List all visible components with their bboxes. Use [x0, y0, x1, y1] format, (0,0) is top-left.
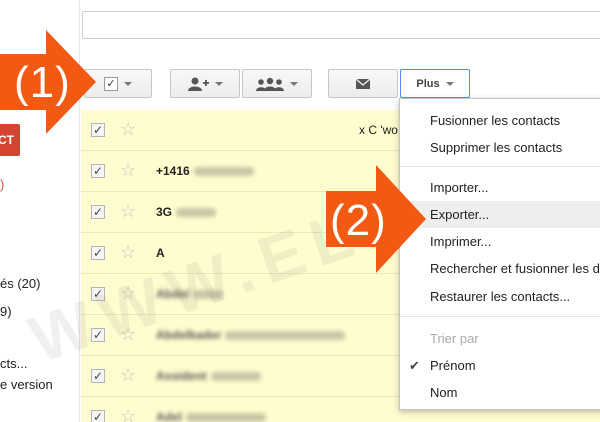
sidebar-item-3[interactable]: cts...	[0, 356, 27, 371]
email-button[interactable]	[328, 69, 398, 98]
star-icon[interactable]: ☆	[120, 119, 136, 140]
chevron-down-icon	[124, 81, 132, 86]
contact-name: Abdelkader	[156, 328, 346, 342]
more-button-label: Plus	[416, 77, 440, 90]
add-to-group-button[interactable]	[170, 69, 240, 98]
chevron-down-icon	[290, 81, 298, 86]
search-input[interactable]	[82, 11, 600, 39]
menu-item-find-merge[interactable]: Rechercher et fusionner les d	[400, 255, 600, 282]
annotation-label-2: (2)	[330, 196, 387, 245]
chevron-down-icon	[215, 81, 223, 86]
sidebar-item-1[interactable]: és (20)	[0, 276, 40, 291]
contact-name: Adel	[156, 410, 267, 422]
row-checkbox[interactable]: ✓	[91, 328, 105, 342]
star-icon[interactable]: ☆	[120, 201, 136, 222]
menu-item-delete[interactable]: Supprimer les contacts	[400, 134, 600, 161]
menu-divider	[400, 316, 600, 317]
sidebar-item-2[interactable]: 9)	[0, 304, 12, 319]
menu-item-import[interactable]: Importer...	[400, 174, 600, 201]
star-icon[interactable]: ☆	[120, 324, 136, 345]
contact-detail: x C 'wo	[359, 123, 398, 137]
star-icon[interactable]: ☆	[120, 160, 136, 181]
menu-item-sort-lastname[interactable]: Nom	[400, 379, 600, 406]
row-checkbox[interactable]: ✓	[91, 164, 105, 178]
star-icon[interactable]: ☆	[120, 283, 136, 304]
star-icon[interactable]: ☆	[120, 365, 136, 386]
group-icon	[256, 77, 284, 91]
menu-item-print[interactable]: Imprimer...	[400, 228, 600, 255]
contact-name: Abdel	[156, 287, 224, 301]
contact-name: Assident	[156, 369, 261, 383]
sort-option-label: Prénom	[430, 358, 476, 373]
contact-name: A	[156, 246, 165, 260]
row-checkbox[interactable]: ✓	[91, 246, 105, 260]
menu-sort-header: Trier par	[430, 331, 479, 346]
menu-item-sort-firstname[interactable]: ✔ Prénom	[400, 352, 600, 379]
menu-item-merge[interactable]: Fusionner les contacts	[400, 107, 600, 134]
sidebar-red-count[interactable]: )	[0, 177, 4, 192]
contact-name: +1416	[156, 164, 254, 178]
row-checkbox[interactable]: ✓	[91, 287, 105, 301]
checkmark-icon: ✔	[409, 358, 420, 373]
menu-item-restore[interactable]: Restaurer les contacts...	[400, 283, 600, 310]
star-icon[interactable]: ☆	[120, 406, 136, 422]
contact-name: 3G	[156, 205, 217, 219]
more-button[interactable]: Plus	[400, 69, 470, 98]
row-checkbox[interactable]: ✓	[91, 410, 105, 422]
groups-button[interactable]	[242, 69, 312, 98]
checkbox-icon: ✓	[104, 76, 118, 91]
sort-option-label: Nom	[430, 385, 458, 400]
envelope-icon	[356, 78, 370, 89]
row-checkbox[interactable]: ✓	[91, 369, 105, 383]
more-actions-menu: Fusionner les contacts Supprimer les con…	[399, 98, 600, 410]
annotation-label-1: (1)	[14, 58, 71, 107]
menu-item-export[interactable]: Exporter...	[400, 201, 600, 228]
add-person-icon	[188, 77, 209, 91]
sidebar-item-4[interactable]: e version	[0, 377, 53, 392]
chevron-down-icon	[445, 81, 454, 86]
row-checkbox[interactable]: ✓	[91, 205, 105, 219]
menu-divider	[400, 166, 600, 167]
star-icon[interactable]: ☆	[120, 242, 136, 263]
